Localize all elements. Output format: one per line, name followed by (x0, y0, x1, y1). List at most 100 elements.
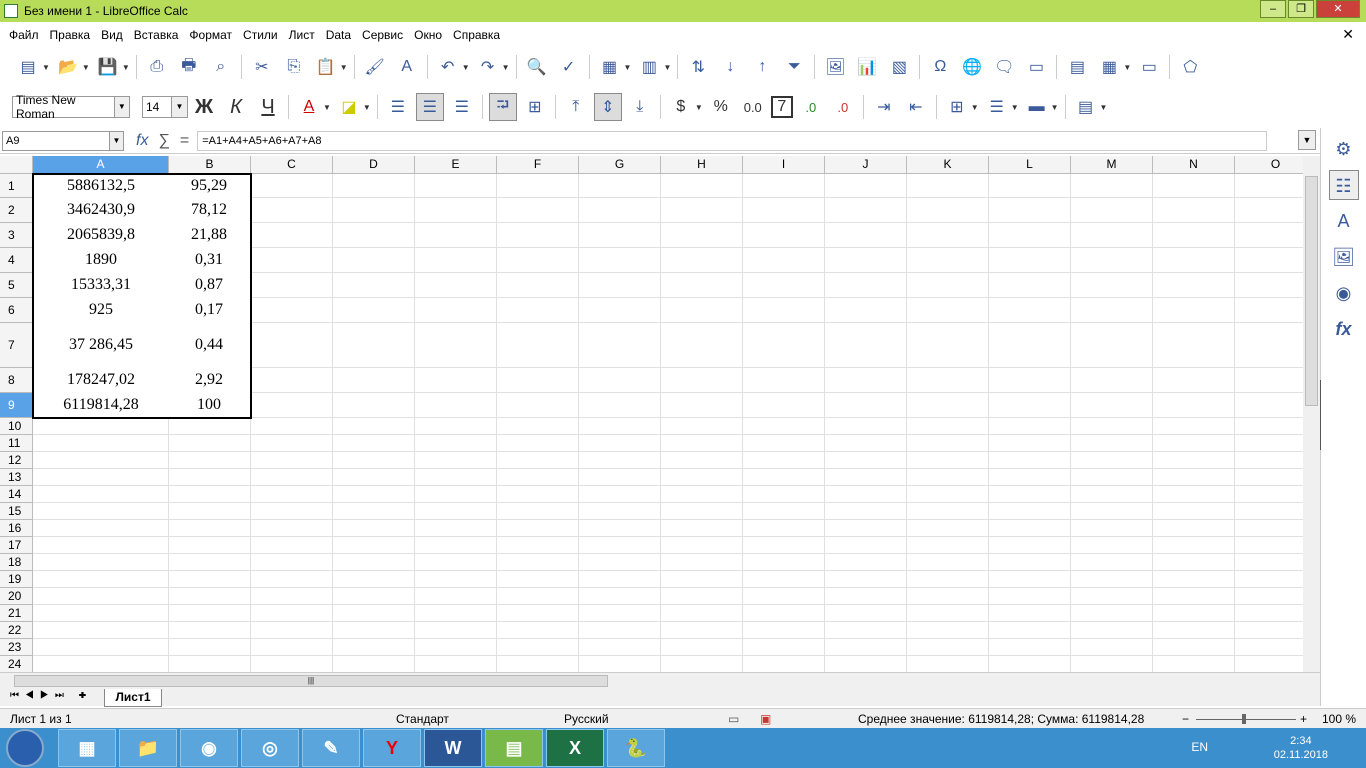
cell[interactable] (33, 452, 169, 469)
cell[interactable] (415, 298, 497, 323)
cell[interactable] (743, 554, 825, 571)
cell[interactable] (333, 223, 415, 248)
row-icon[interactable]: ▦ (596, 53, 624, 81)
cell-a1[interactable]: 5886132,5 (32, 173, 170, 199)
cell[interactable] (251, 368, 333, 393)
cell[interactable] (1153, 537, 1235, 554)
cell[interactable] (989, 452, 1071, 469)
cell[interactable] (907, 452, 989, 469)
cell[interactable] (743, 469, 825, 486)
cell[interactable] (1235, 323, 1303, 368)
cell[interactable] (1153, 520, 1235, 537)
cell[interactable] (743, 418, 825, 435)
italic-button[interactable]: К (222, 93, 250, 121)
cell[interactable] (661, 248, 743, 273)
cell[interactable] (251, 656, 333, 672)
column-header-g[interactable]: G (579, 156, 661, 174)
cell[interactable] (497, 198, 579, 223)
cell[interactable] (169, 503, 251, 520)
row-header-10[interactable]: 10 (0, 418, 33, 435)
cell-b8[interactable]: 2,92 (168, 367, 252, 394)
cell[interactable] (333, 298, 415, 323)
cell[interactable] (333, 435, 415, 452)
row-header-22[interactable]: 22 (0, 622, 33, 639)
cell[interactable] (415, 503, 497, 520)
cell[interactable] (579, 656, 661, 672)
cell[interactable] (33, 418, 169, 435)
cell[interactable] (251, 452, 333, 469)
cell[interactable] (251, 537, 333, 554)
gallery-icon[interactable]: 🖼 (1329, 242, 1359, 272)
cell[interactable] (333, 248, 415, 273)
cell[interactable] (1153, 588, 1235, 605)
sheet-tab[interactable]: Лист1 (104, 689, 162, 707)
freeze-rows-icon[interactable]: ▦ (1095, 53, 1123, 81)
cell[interactable] (825, 639, 907, 656)
cell[interactable] (825, 368, 907, 393)
cell[interactable] (497, 435, 579, 452)
vertical-scrollbar[interactable] (1303, 156, 1320, 672)
cell[interactable] (743, 452, 825, 469)
cell[interactable] (743, 639, 825, 656)
cell[interactable] (907, 656, 989, 672)
cell[interactable] (989, 537, 1071, 554)
print-icon[interactable]: 🖶 (175, 53, 203, 81)
pivot-table-icon[interactable]: ▧ (885, 53, 913, 81)
zoom-slider[interactable] (1196, 719, 1296, 720)
font-name-box[interactable]: Times New Roman ▼ (12, 93, 130, 121)
align-bottom-icon[interactable]: ⤓ (626, 93, 654, 121)
cell[interactable] (497, 248, 579, 273)
chevron-down-icon[interactable]: ▼ (171, 97, 187, 117)
cell[interactable] (497, 605, 579, 622)
cell[interactable] (169, 486, 251, 503)
menu-sheet[interactable]: Лист (289, 28, 315, 42)
cell[interactable] (1235, 248, 1303, 273)
cell[interactable] (661, 639, 743, 656)
cell[interactable] (661, 469, 743, 486)
cell-b6[interactable]: 0,17 (168, 297, 252, 324)
styles-icon[interactable]: A (1329, 206, 1359, 236)
cell[interactable] (251, 273, 333, 298)
cell[interactable] (415, 174, 497, 198)
row-header-17[interactable]: 17 (0, 537, 33, 554)
cell[interactable] (989, 588, 1071, 605)
cell[interactable] (333, 554, 415, 571)
cell[interactable] (497, 298, 579, 323)
cell[interactable] (497, 174, 579, 198)
cell[interactable] (169, 520, 251, 537)
cell[interactable] (989, 656, 1071, 672)
cell[interactable] (579, 273, 661, 298)
cell[interactable] (907, 554, 989, 571)
cell[interactable] (579, 393, 661, 418)
cell[interactable] (1235, 520, 1303, 537)
cell[interactable] (579, 223, 661, 248)
cell[interactable] (989, 418, 1071, 435)
sum-icon[interactable]: ∑ (158, 132, 169, 150)
navigator-icon[interactable]: ◉ (1329, 278, 1359, 308)
cell[interactable] (415, 520, 497, 537)
open-folder-icon[interactable]: 📂 (54, 53, 82, 81)
functions-icon[interactable]: fx (1329, 314, 1359, 344)
row-header-16[interactable]: 16 (0, 520, 33, 537)
name-box[interactable]: A9 ▼ (2, 130, 124, 151)
cell[interactable] (989, 368, 1071, 393)
chevron-down-icon[interactable]: ▼ (109, 131, 123, 150)
insert-image-icon[interactable]: 🖼 (821, 53, 849, 81)
zoom-out-button[interactable]: − (1182, 712, 1189, 726)
cell[interactable] (33, 571, 169, 588)
sort-descending-icon[interactable]: ↑ (748, 53, 776, 81)
cell[interactable] (169, 537, 251, 554)
column-header-i[interactable]: I (743, 156, 825, 174)
cell[interactable] (989, 503, 1071, 520)
cell[interactable] (1235, 368, 1303, 393)
cell[interactable] (1153, 469, 1235, 486)
cell[interactable] (907, 503, 989, 520)
cell[interactable] (415, 554, 497, 571)
cell[interactable] (251, 520, 333, 537)
column-header-l[interactable]: L (989, 156, 1071, 174)
cell[interactable] (661, 174, 743, 198)
cell[interactable] (333, 588, 415, 605)
cell[interactable] (1153, 368, 1235, 393)
cell[interactable] (1071, 486, 1153, 503)
clone-formatting-icon[interactable]: 🖌 (361, 53, 389, 81)
